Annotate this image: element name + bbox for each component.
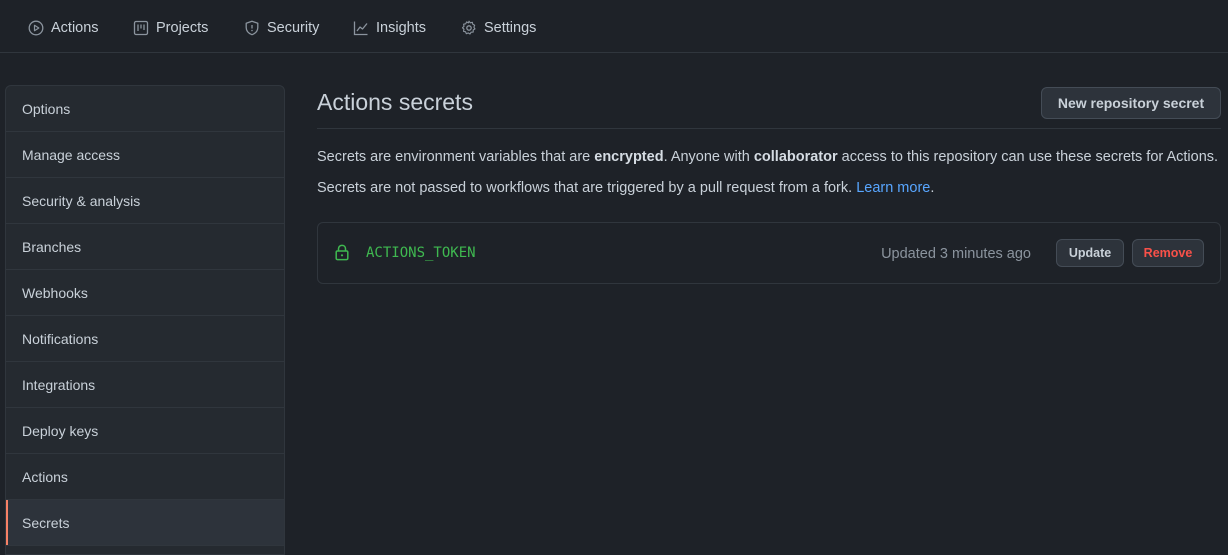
- gear-icon: [461, 20, 476, 35]
- tab-security[interactable]: Security: [244, 17, 319, 39]
- secrets-description: Secrets are environment variables that a…: [317, 149, 1218, 165]
- description-text: . Anyone with: [663, 149, 754, 165]
- sidebar-item-label: Manage access: [22, 146, 121, 163]
- new-repository-secret-button[interactable]: New repository secret: [1041, 87, 1221, 119]
- shield-icon: [245, 20, 259, 36]
- sidebar-item-branches[interactable]: Branches: [6, 224, 284, 270]
- update-secret-button[interactable]: Update: [1056, 239, 1124, 267]
- sidebar-item-label: Branches: [22, 238, 82, 255]
- fork-notice-text: Secrets are not passed to workflows that…: [317, 180, 857, 196]
- sidebar-item-options[interactable]: Options: [6, 86, 284, 132]
- fork-notice: Secrets are not passed to workflows that…: [317, 180, 934, 196]
- tab-label: Actions: [51, 20, 99, 36]
- tab-insights[interactable]: Insights: [353, 17, 426, 39]
- sidebar-item-label: Integrations: [22, 376, 96, 393]
- secret-row: ACTIONS_TOKEN Updated 3 minutes ago Upda…: [317, 222, 1221, 284]
- secret-updated-time: Updated 3 minutes ago: [881, 246, 1031, 262]
- sidebar-item-secrets[interactable]: Secrets: [6, 500, 284, 546]
- secret-name: ACTIONS_TOKEN: [366, 245, 476, 261]
- tab-label: Projects: [156, 20, 209, 36]
- graph-icon: [353, 21, 368, 36]
- sidebar-item-label: Secrets: [22, 514, 70, 531]
- sidebar-item-label: Actions: [22, 468, 68, 485]
- description-text: Secrets are environment variables that a…: [317, 149, 595, 165]
- repo-nav: Actions Projects Security Insights Setti…: [0, 0, 1228, 53]
- description-bold-collaborator: collaborator: [753, 149, 838, 165]
- remove-secret-button[interactable]: Remove: [1132, 239, 1204, 267]
- tab-projects[interactable]: Projects: [133, 17, 208, 39]
- sidebar-item-webhooks[interactable]: Webhooks: [6, 270, 284, 316]
- sidebar-item-label: Notifications: [22, 330, 99, 347]
- tab-settings[interactable]: Settings: [461, 17, 536, 39]
- sidebar-item-actions[interactable]: Actions: [6, 454, 284, 500]
- sidebar-item-label: Deploy keys: [22, 422, 99, 439]
- sidebar-item-security-analysis[interactable]: Security & analysis: [6, 178, 284, 224]
- tab-label: Insights: [376, 20, 426, 36]
- title-divider: [317, 128, 1221, 129]
- learn-more-link[interactable]: Learn more: [856, 180, 930, 196]
- sidebar-item-label: Options: [22, 100, 71, 117]
- sidebar-item-label: Security & analysis: [22, 192, 141, 209]
- play-circle-icon: [28, 20, 44, 36]
- settings-sidebar: Options Manage access Security & analysi…: [5, 85, 285, 555]
- project-board-icon: [133, 20, 149, 36]
- sidebar-item-label: Webhooks: [22, 284, 88, 301]
- tab-label: Security: [267, 20, 320, 36]
- description-text: access to this repository can use these …: [837, 149, 1219, 165]
- tab-actions[interactable]: Actions: [28, 17, 99, 39]
- tab-label: Settings: [484, 20, 537, 36]
- description-bold-encrypted: encrypted: [594, 149, 664, 165]
- sidebar-item-integrations[interactable]: Integrations: [6, 362, 284, 408]
- page-title: Actions secrets: [317, 89, 473, 115]
- sidebar-item-manage-access[interactable]: Manage access: [6, 132, 284, 178]
- lock-icon: [335, 244, 349, 261]
- fork-notice-end: .: [930, 180, 935, 196]
- sidebar-item-notifications[interactable]: Notifications: [6, 316, 284, 362]
- sidebar-item-deploy-keys[interactable]: Deploy keys: [6, 408, 284, 454]
